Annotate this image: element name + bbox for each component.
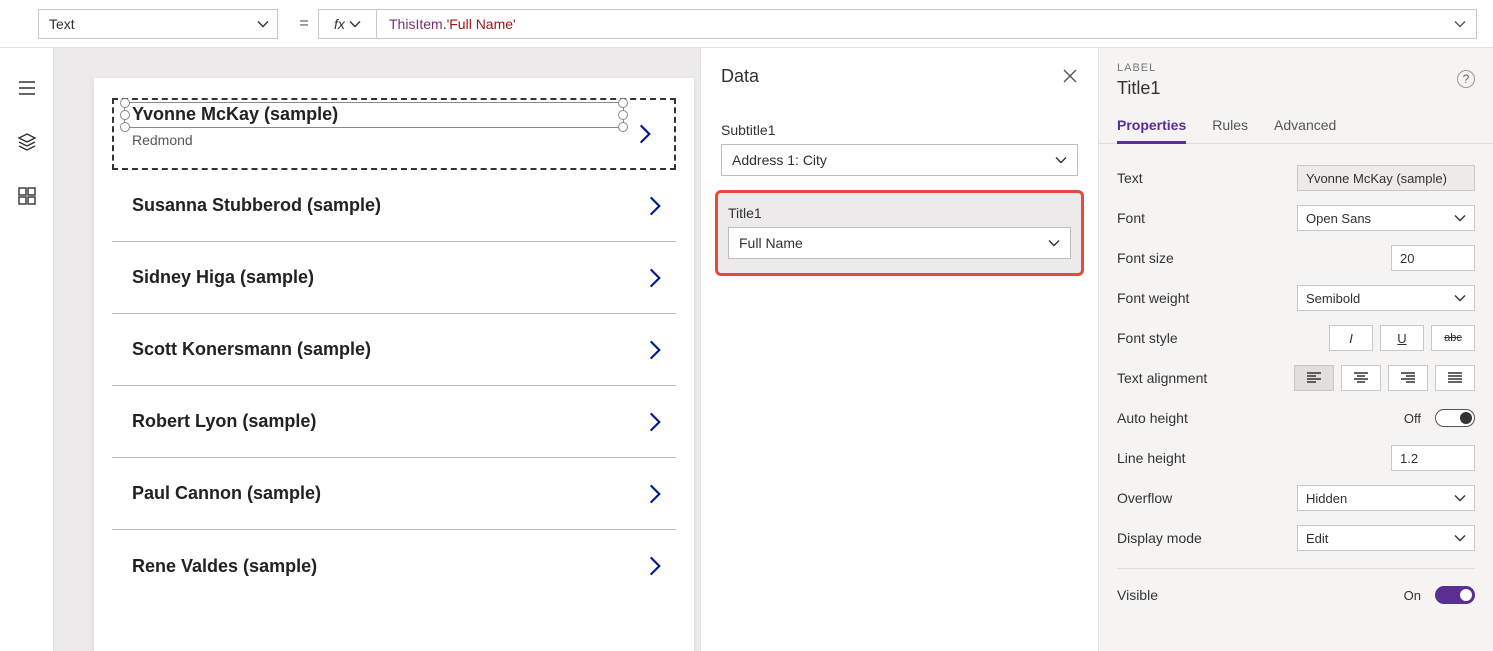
autoheight-state: Off [1404,411,1421,426]
list-item-title: Robert Lyon (sample) [132,411,642,432]
prop-label-overflow: Overflow [1117,490,1172,506]
property-selector[interactable]: Text [38,9,278,39]
canvas-area: Yvonne McKay (sample) Redmond Susanna St… [54,48,1098,651]
list-item[interactable]: Sidney Higa (sample) [112,242,676,314]
chevron-right-icon[interactable] [642,193,668,219]
chevron-right-icon[interactable] [642,481,668,507]
left-rail [0,48,54,651]
chevron-down-icon [257,18,269,30]
tab-advanced[interactable]: Advanced [1274,117,1336,143]
prop-fontsize-input[interactable]: 20 [1391,245,1475,271]
hamburger-icon[interactable] [17,78,37,98]
main-area: Yvonne McKay (sample) Redmond Susanna St… [0,48,1493,651]
prop-label-fontweight: Font weight [1117,290,1189,306]
prop-displaymode-select[interactable]: Edit [1297,525,1475,551]
autoheight-toggle[interactable] [1435,409,1475,427]
prop-label-textalign: Text alignment [1117,370,1207,386]
prop-label-displaymode: Display mode [1117,530,1202,546]
list-item-title: Paul Cannon (sample) [132,483,642,504]
list-item[interactable]: Scott Konersmann (sample) [112,314,676,386]
chevron-right-icon[interactable] [632,121,658,147]
chevron-down-icon [1454,292,1466,304]
layers-icon[interactable] [17,132,37,152]
prop-label-font: Font [1117,210,1145,226]
data-panel: Data Subtitle1 Address 1: City Title1 Fu… [700,48,1098,651]
fontstyle-strike-button[interactable]: abc [1431,325,1475,351]
control-name: Title1 [1117,78,1475,99]
grid-icon[interactable] [17,186,37,206]
fx-button[interactable]: fx [318,9,376,39]
fontstyle-underline-button[interactable]: U [1380,325,1424,351]
data-panel-title: Data [721,66,759,87]
chevron-right-icon[interactable] [642,553,668,579]
chevron-down-icon [1048,237,1060,249]
screen-preview[interactable]: Yvonne McKay (sample) Redmond Susanna St… [94,78,694,651]
title1-field-select[interactable]: Full Name [728,227,1071,259]
prop-overflow-select[interactable]: Hidden [1297,485,1475,511]
visible-toggle[interactable] [1435,586,1475,604]
fx-label: fx [334,16,345,32]
list-item[interactable]: Rene Valdes (sample) [112,530,676,602]
tab-properties[interactable]: Properties [1117,117,1186,144]
highlighted-field: Title1 Full Name [715,190,1084,276]
chevron-right-icon[interactable] [642,409,668,435]
fontstyle-italic-button[interactable]: I [1329,325,1373,351]
list-item[interactable]: Paul Cannon (sample) [112,458,676,530]
list-item-title: Rene Valdes (sample) [132,556,642,577]
prop-label-text: Text [1117,170,1143,186]
list-item-selected[interactable]: Yvonne McKay (sample) Redmond [112,98,676,170]
field-select-value: Address 1: City [732,152,827,168]
equals-label: = [296,15,312,33]
chevron-right-icon[interactable] [642,337,668,363]
property-selector-value: Text [49,16,75,32]
chevron-right-icon[interactable] [642,265,668,291]
align-center-button[interactable] [1341,365,1381,391]
list-item-title: Susanna Stubberod (sample) [132,195,642,216]
control-kind: LABEL [1117,62,1475,74]
prop-label-visible: Visible [1117,587,1158,603]
align-right-button[interactable] [1388,365,1428,391]
close-icon[interactable] [1062,68,1078,84]
prop-label-fontstyle: Font style [1117,330,1178,346]
chevron-down-icon [1454,212,1466,224]
prop-lineheight-input[interactable]: 1.2 [1391,445,1475,471]
align-justify-button[interactable] [1435,365,1475,391]
prop-font-select[interactable]: Open Sans [1297,205,1475,231]
tab-rules[interactable]: Rules [1212,117,1248,143]
chevron-down-icon [1055,154,1067,166]
help-icon[interactable]: ? [1457,70,1475,88]
field-label-subtitle1: Subtitle1 [721,122,1078,138]
formula-bar: Text = fx ThisItem.'Full Name' [0,0,1493,48]
formula-input[interactable]: ThisItem.'Full Name' [376,9,1477,39]
prop-text-value[interactable]: Yvonne McKay (sample) [1297,165,1475,191]
align-left-button[interactable] [1294,365,1334,391]
field-label-title1: Title1 [728,205,1071,221]
chevron-down-icon [1454,18,1466,30]
formula-token: ThisItem [389,16,443,32]
prop-fontweight-select[interactable]: Semibold [1297,285,1475,311]
prop-label-autoheight: Auto height [1117,410,1188,426]
field-select-value: Full Name [739,235,803,251]
formula-token: 'Full Name' [447,16,516,32]
list-item[interactable]: Robert Lyon (sample) [112,386,676,458]
list-item-subtitle: Redmond [132,132,193,148]
list-item-title: Sidney Higa (sample) [132,267,642,288]
prop-label-fontsize: Font size [1117,250,1174,266]
properties-pane: LABEL Title1 ? Properties Rules Advanced… [1098,48,1493,651]
subtitle1-field-select[interactable]: Address 1: City [721,144,1078,176]
chevron-down-icon [349,18,361,30]
list-item-title: Yvonne McKay (sample) [132,104,338,125]
prop-label-lineheight: Line height [1117,450,1186,466]
chevron-down-icon [1454,492,1466,504]
visible-state: On [1404,588,1421,603]
chevron-down-icon [1454,532,1466,544]
list-item[interactable]: Susanna Stubberod (sample) [112,170,676,242]
list-item-title: Scott Konersmann (sample) [132,339,642,360]
